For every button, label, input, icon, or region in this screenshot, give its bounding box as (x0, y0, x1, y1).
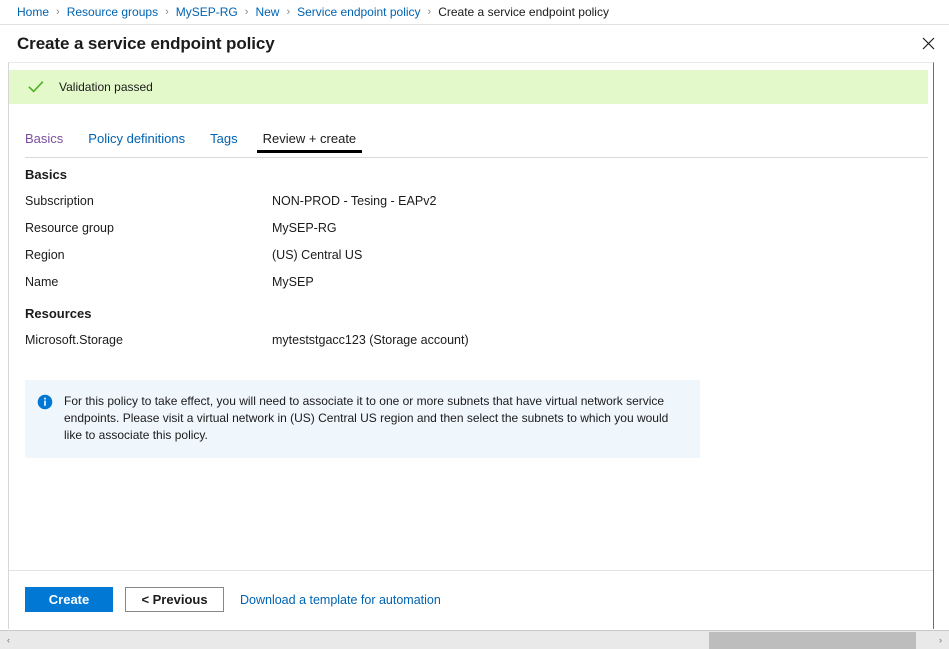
info-banner: For this policy to take effect, you will… (25, 380, 700, 458)
breadcrumb-item-home[interactable]: Home (17, 6, 49, 18)
checkmark-icon (28, 81, 44, 93)
info-banner-text: For this policy to take effect, you will… (64, 394, 669, 442)
tab-review-create[interactable]: Review + create (256, 131, 362, 153)
breadcrumb-separator: › (56, 5, 60, 18)
breadcrumb-item-current: Create a service endpoint policy (438, 5, 609, 19)
summary-value-resource-group: MySEP-RG (272, 221, 337, 235)
scrollbar-track[interactable] (17, 631, 932, 649)
scrollbar-thumb[interactable] (708, 631, 916, 649)
summary-label-resource-group: Resource group (25, 221, 114, 235)
scroll-left-arrow-icon[interactable]: ‹ (0, 632, 17, 649)
section-heading-basics: Basics (25, 167, 67, 182)
horizontal-scrollbar[interactable]: ‹ › (0, 630, 949, 649)
summary-label-subscription: Subscription (25, 194, 94, 208)
summary-row-microsoft-storage: Microsoft.Storage myteststgacc123 (Stora… (25, 332, 469, 348)
tab-strip: Basics Policy definitions Tags Review + … (25, 131, 928, 158)
page-title: Create a service endpoint policy (17, 33, 275, 53)
blade-body: Validation passed Basics Policy definiti… (8, 62, 934, 629)
info-icon (37, 394, 53, 410)
close-icon-glyph (922, 37, 934, 49)
summary-row-subscription: Subscription NON-PROD - Tesing - EAPv2 (25, 193, 436, 209)
breadcrumb-separator: › (286, 5, 291, 18)
summary-row-name: Name MySEP (25, 274, 436, 290)
breadcrumb-separator: › (244, 5, 249, 18)
breadcrumb-item-new[interactable]: New (255, 6, 279, 18)
scroll-right-arrow-icon[interactable]: › (932, 632, 949, 649)
download-template-link[interactable]: Download a template for automation (240, 593, 441, 607)
blade-header: Create a service endpoint policy (0, 25, 949, 62)
previous-button[interactable]: < Previous (125, 587, 224, 612)
summary-value-name: MySEP (272, 275, 314, 289)
summary-value-microsoft-storage: myteststgacc123 (Storage account) (272, 333, 469, 347)
breadcrumb-item-service-endpoint-policy[interactable]: Service endpoint policy (297, 6, 420, 18)
summary-label-region: Region (25, 248, 65, 262)
summary-value-subscription: NON-PROD - Tesing - EAPv2 (272, 194, 437, 208)
summary-row-region: Region (US) Central US (25, 247, 436, 263)
summary-label-name: Name (25, 275, 59, 289)
breadcrumb: Home › Resource groups › MySEP-RG › New … (0, 0, 949, 25)
close-icon[interactable] (913, 28, 943, 58)
validation-message: Validation passed (59, 80, 153, 94)
breadcrumb-separator: › (427, 5, 432, 18)
breadcrumb-item-resource-groups[interactable]: Resource groups (67, 6, 158, 18)
blade-footer: Create < Previous Download a template fo… (9, 571, 933, 628)
tab-tags[interactable]: Tags (210, 131, 237, 153)
breadcrumb-separator: › (165, 5, 169, 18)
summary-value-region: (US) Central US (272, 248, 363, 262)
summary-section-resources: Resources Microsoft.Storage myteststgacc… (25, 306, 469, 359)
summary-row-resource-group: Resource group MySEP-RG (25, 220, 436, 236)
create-button[interactable]: Create (25, 587, 113, 612)
breadcrumb-item-mysep-rg[interactable]: MySEP-RG (176, 6, 238, 18)
tab-basics[interactable]: Basics (25, 131, 63, 153)
summary-section-basics: Basics Subscription NON-PROD - Tesing - … (25, 167, 436, 301)
tab-policy-definitions[interactable]: Policy definitions (88, 131, 185, 153)
summary-label-microsoft-storage: Microsoft.Storage (25, 333, 123, 347)
azure-portal-blade: Home › Resource groups › MySEP-RG › New … (0, 0, 949, 649)
validation-banner: Validation passed (9, 70, 928, 104)
section-heading-resources: Resources (25, 306, 92, 321)
